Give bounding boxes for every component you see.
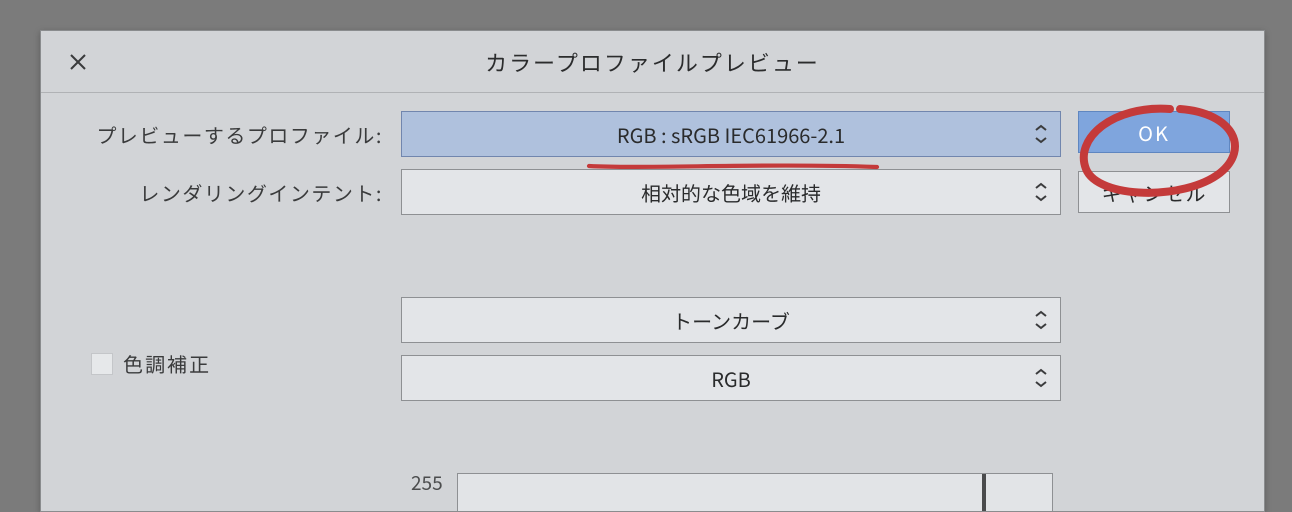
label-tone-correction: 色調補正 xyxy=(123,349,211,378)
curve-marker-line xyxy=(982,474,986,512)
dialog-button-panel: OK キャンセル xyxy=(1078,111,1230,213)
curve-canvas[interactable] xyxy=(457,473,1053,512)
row-tone-curve: トーンカーブ xyxy=(75,297,1230,343)
close-button[interactable] xyxy=(63,47,93,77)
section-divider xyxy=(75,227,1230,297)
select-stepper-icon xyxy=(1030,360,1052,396)
curve-area: 255 xyxy=(457,473,1057,512)
select-preview-profile-value: RGB : sRGB IEC61966-2.1 xyxy=(617,120,845,149)
select-channel-value: RGB xyxy=(711,364,751,393)
label-rendering-intent: レンダリングインテント: xyxy=(75,178,401,207)
cancel-button-label: キャンセル xyxy=(1102,178,1207,207)
chevron-up-icon xyxy=(1030,122,1052,134)
ok-button-label: OK xyxy=(1138,118,1170,147)
dialog-titlebar: カラープロファイルプレビュー xyxy=(41,31,1264,93)
chevron-down-icon xyxy=(1030,134,1052,146)
checkbox-tone-correction-wrap: 色調補正 xyxy=(91,349,211,378)
row-preview-profile: プレビューするプロファイル: RGB : sRGB IEC61966-2.1 xyxy=(75,111,1230,157)
ok-button[interactable]: OK xyxy=(1078,111,1230,153)
chevron-up-icon xyxy=(1030,366,1052,378)
dialog-title: カラープロファイルプレビュー xyxy=(485,46,820,78)
app-backdrop: カラープロファイルプレビュー プレビューするプロファイル: RGB : sRGB… xyxy=(0,0,1292,512)
close-icon xyxy=(69,31,87,93)
chevron-up-icon xyxy=(1030,308,1052,320)
curve-axis-max-label: 255 xyxy=(411,469,443,496)
select-stepper-icon xyxy=(1030,302,1052,338)
select-stepper-icon xyxy=(1030,116,1052,152)
select-rendering-intent-value: 相対的な色域を維持 xyxy=(641,178,821,207)
chevron-up-icon xyxy=(1030,180,1052,192)
select-tone-curve-value: トーンカーブ xyxy=(672,306,790,335)
chevron-down-icon xyxy=(1030,192,1052,204)
chevron-down-icon xyxy=(1030,320,1052,332)
checkbox-tone-correction[interactable] xyxy=(91,353,113,375)
select-tone-curve[interactable]: トーンカーブ xyxy=(401,297,1061,343)
label-preview-profile: プレビューするプロファイル: xyxy=(75,120,401,149)
select-channel[interactable]: RGB xyxy=(401,355,1061,401)
row-channel: RGB xyxy=(75,355,1230,401)
select-stepper-icon xyxy=(1030,174,1052,210)
select-preview-profile[interactable]: RGB : sRGB IEC61966-2.1 xyxy=(401,111,1061,157)
select-rendering-intent[interactable]: 相対的な色域を維持 xyxy=(401,169,1061,215)
chevron-down-icon xyxy=(1030,378,1052,390)
cancel-button[interactable]: キャンセル xyxy=(1078,171,1230,213)
color-profile-preview-dialog: カラープロファイルプレビュー プレビューするプロファイル: RGB : sRGB… xyxy=(40,30,1265,512)
row-rendering-intent: レンダリングインテント: 相対的な色域を維持 xyxy=(75,169,1230,215)
